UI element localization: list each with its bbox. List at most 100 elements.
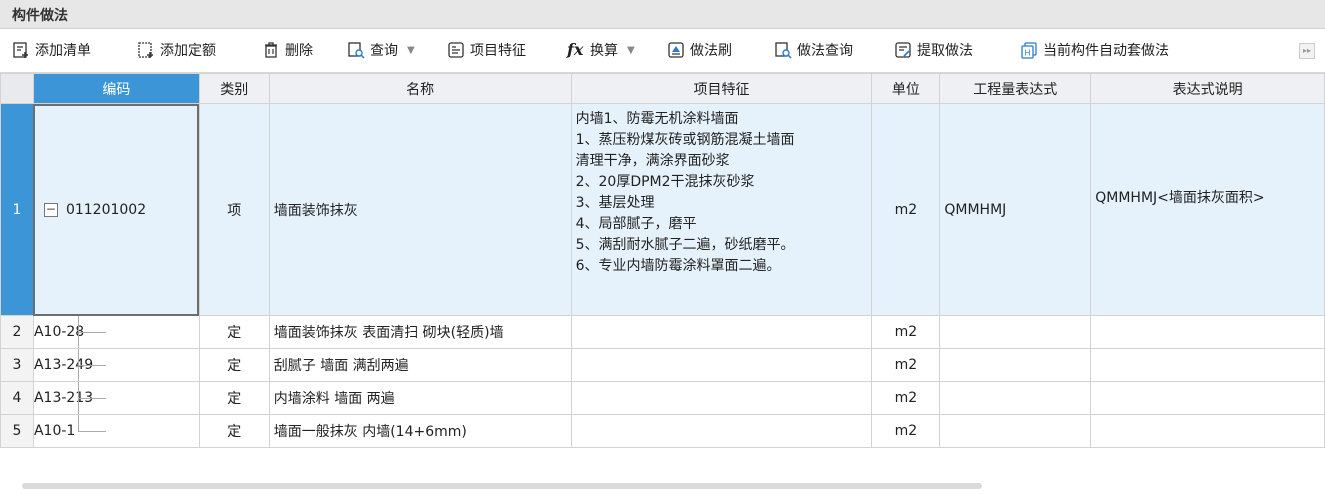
convert-label: 换算 [590,43,618,59]
type-cell[interactable]: 项 [198,103,270,316]
convert-button[interactable]: fx 换算 ▼ [567,38,635,62]
column-header-unit[interactable]: 单位 [871,73,941,104]
delete-button[interactable]: 删除 [262,38,313,62]
method-query-label: 做法查询 [797,43,853,59]
row-number[interactable]: 4 [0,381,34,415]
add-quota-button[interactable]: 添加定额 [137,38,216,62]
code-cell[interactable]: A13-249 [32,348,200,382]
row-number[interactable]: 2 [0,315,34,349]
chevron-down-icon[interactable]: ▼ [407,45,415,56]
query-label: 查询 [370,43,398,59]
add-quota-icon [138,42,153,58]
method-brush-label: 做法刷 [690,43,732,59]
feature-cell[interactable] [570,315,873,349]
unit-cell[interactable]: m2 [871,414,941,448]
code-cell[interactable]: A10-28 [32,315,200,349]
unit-cell[interactable]: m2 [871,315,941,349]
corner-cell[interactable] [0,73,34,104]
feature-line: 6、专业内墙防霉涂料罩面二遍。 [575,258,781,274]
row-number[interactable]: 5 [0,414,34,448]
add-list-button[interactable]: 添加清单 [12,38,91,62]
trash-icon [265,42,277,58]
unit-cell[interactable]: m2 [871,348,941,382]
feature-line: 清理干净，满涂界面砂浆 [575,153,730,169]
expression-cell[interactable] [939,414,1092,448]
expression-cell[interactable]: QMMHMJ [939,103,1092,316]
column-header-type[interactable]: 类别 [198,73,270,104]
column-header-feature[interactable]: 项目特征 [570,73,873,104]
collapse-icon[interactable]: − [43,202,58,217]
description-cell[interactable] [1090,414,1325,448]
column-header-code[interactable]: 编码 [32,73,200,104]
expression-cell[interactable] [939,348,1092,382]
code-cell[interactable]: A13-213 [32,381,200,415]
add-quota-label: 添加定额 [160,43,216,59]
extract-method-label: 提取做法 [917,43,973,59]
method-query-icon [775,42,792,59]
type-cell[interactable]: 定 [198,414,270,448]
column-header-name[interactable]: 名称 [268,73,572,104]
tree-branch [77,332,106,333]
feature-line: 4、局部腻子，磨平 [575,216,697,232]
code-text: A10-1 [33,423,76,439]
tree-branch [77,431,106,432]
feature-cell[interactable] [570,348,873,382]
code-cell[interactable]: A10-1 [32,414,200,448]
toolbar: 添加清单 添加定额 删除 查询 ▼ 项目特征 fx 换算 ▼ 做法刷 做法查询 … [0,29,1325,73]
method-grid: 编码 类别 名称 项目特征 单位 工程量表达式 表达式说明 1 −0112010… [0,73,1325,448]
name-cell[interactable]: 刮腻子 墙面 满刮两遍 [268,348,572,382]
unit-cell[interactable]: m2 [871,381,941,415]
tree-line [77,415,79,432]
project-feature-button[interactable]: 项目特征 [447,38,526,62]
table-row[interactable]: 5 A10-1 定 墙面一般抹灰 内墙(14+6mm) m2 [0,414,1325,448]
table-row[interactable]: 4 A13-213 定 内墙涂料 墙面 两遍 m2 [0,381,1325,415]
query-button[interactable]: 查询 ▼ [347,38,415,62]
horizontal-scrollbar[interactable] [22,483,982,489]
toolbar-overflow-button[interactable]: ▸▸ [1299,43,1315,59]
feature-line: 内墙1、防霉无机涂料墙面 [575,111,739,127]
feature-cell[interactable] [570,414,873,448]
header-row: 编码 类别 名称 项目特征 单位 工程量表达式 表达式说明 [0,73,1325,104]
chevron-down-icon[interactable]: ▼ [627,45,635,56]
extract-method-button[interactable]: 提取做法 [894,38,973,62]
column-header-expression[interactable]: 工程量表达式 [939,73,1092,104]
expression-cell[interactable] [939,315,1092,349]
name-cell[interactable]: 墙面装饰抹灰 表面清扫 砌块(轻质)墙 [268,315,572,349]
auto-apply-method-label: 当前构件自动套做法 [1043,43,1169,59]
feature-cell[interactable]: 内墙1、防霉无机涂料墙面 1、蒸压粉煤灰砖或钢筋混凝土墙面 清理干净，满涂界面砂… [570,103,873,316]
description-cell[interactable] [1090,348,1325,382]
feature-cell[interactable] [570,381,873,415]
row-number[interactable]: 3 [0,348,34,382]
svg-text:H: H [1025,49,1031,58]
code-cell[interactable]: −011201002 [32,103,200,316]
table-row[interactable]: 1 −011201002 项 墙面装饰抹灰 内墙1、防霉无机涂料墙面 1、蒸压粉… [0,103,1325,316]
tree-branch [77,365,106,366]
description-cell[interactable] [1090,315,1325,349]
name-cell[interactable]: 内墙涂料 墙面 两遍 [268,381,572,415]
code-text: 011201002 [65,201,147,218]
feature-line: 3、基层处理 [575,195,655,211]
table-row[interactable]: 3 A13-249 定 刮腻子 墙面 满刮两遍 m2 [0,348,1325,382]
add-list-label: 添加清单 [35,43,91,59]
auto-apply-method-button[interactable]: H 当前构件自动套做法 [1020,38,1169,62]
feature-icon [448,42,464,58]
name-cell[interactable]: 墙面装饰抹灰 [268,103,572,316]
expression-cell[interactable] [939,381,1092,415]
type-cell[interactable]: 定 [198,315,270,349]
feature-line: 5、满刮耐水腻子二遍，砂纸磨平。 [575,237,795,253]
description-cell[interactable]: QMMHMJ<墙面抹灰面积> [1090,103,1325,316]
table-row[interactable]: 2 A10-28 定 墙面装饰抹灰 表面清扫 砌块(轻质)墙 m2 [0,315,1325,349]
row-number[interactable]: 1 [0,103,34,316]
method-query-button[interactable]: 做法查询 [774,38,853,62]
type-cell[interactable]: 定 [198,381,270,415]
description-cell[interactable] [1090,381,1325,415]
method-brush-button[interactable]: 做法刷 [667,38,732,62]
fx-icon: fx [567,40,584,59]
tree-branch [77,398,106,399]
type-cell[interactable]: 定 [198,348,270,382]
name-cell[interactable]: 墙面一般抹灰 内墙(14+6mm) [268,414,572,448]
column-header-description[interactable]: 表达式说明 [1090,73,1325,104]
panel-title: 构件做法 [12,8,68,24]
code-text: A10-28 [33,324,85,340]
unit-cell[interactable]: m2 [871,103,941,316]
